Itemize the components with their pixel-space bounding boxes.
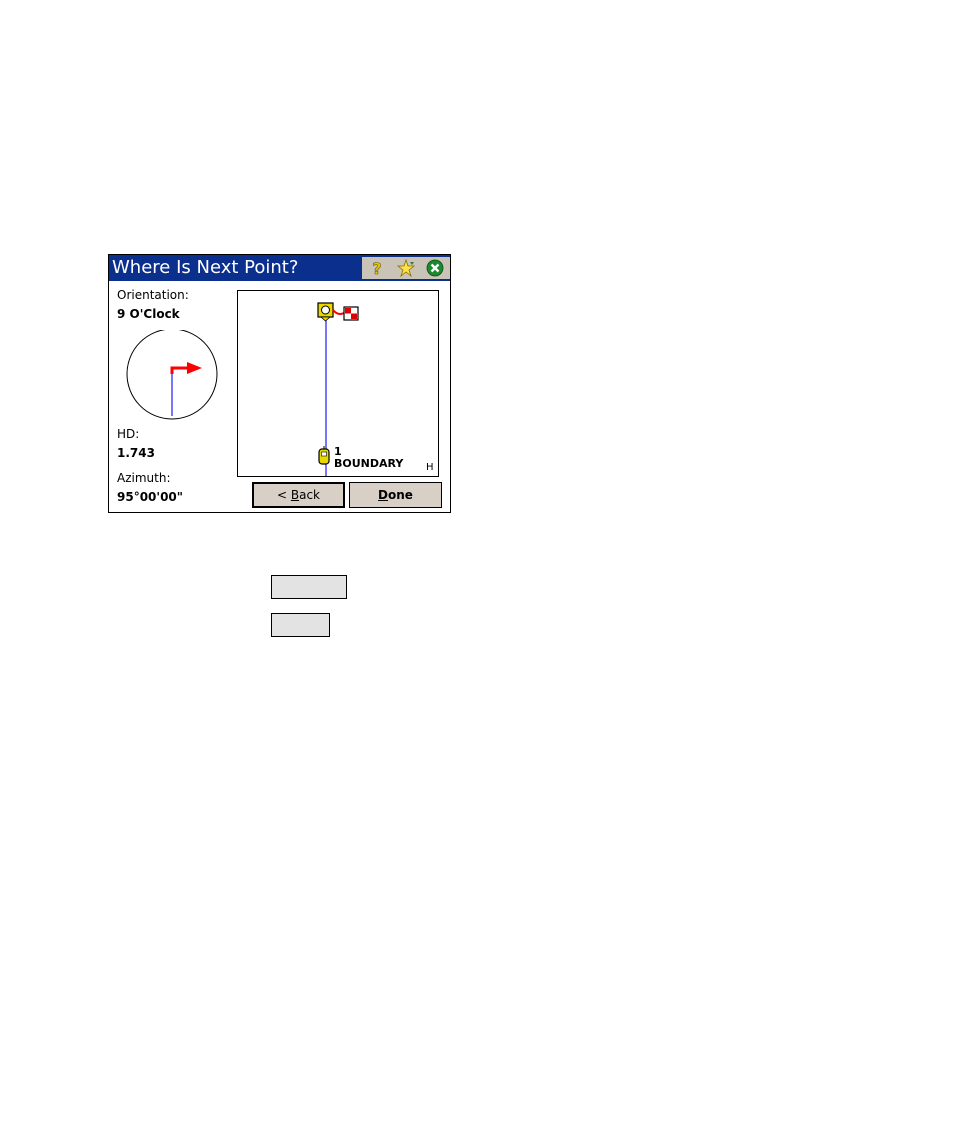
azimuth-value: 95°00'00": [117, 490, 184, 504]
window-title: Where Is Next Point?: [112, 257, 299, 278]
done-button-label: one: [388, 488, 413, 502]
target-point-icon: [318, 446, 330, 465]
azimuth-label: Azimuth:: [117, 471, 171, 485]
plan-view-map[interactable]: 1 BOUNDARY H: [237, 290, 439, 477]
favorites-star-icon[interactable]: [397, 259, 415, 277]
backsight-link: [332, 309, 345, 315]
done-button-accelerator: D: [378, 488, 389, 502]
back-button[interactable]: < Back: [252, 482, 345, 508]
back-button-reference[interactable]: [271, 575, 347, 599]
back-button-accelerator: B: [290, 488, 300, 502]
title-icon-group: ?: [362, 257, 450, 279]
where-is-next-point-window: Where Is Next Point? ? Orientation: 9 O'…: [108, 254, 451, 513]
orientation-compass: [126, 330, 218, 420]
back-button-label: ack: [299, 488, 320, 502]
done-button[interactable]: Done: [349, 482, 442, 508]
backsight-target-icon: [343, 306, 359, 321]
title-bar: Where Is Next Point? ?: [109, 255, 450, 281]
orientation-label: Orientation:: [117, 288, 189, 302]
close-icon[interactable]: [426, 259, 444, 277]
back-button-prefix: <: [276, 488, 291, 502]
view-indicator: H: [426, 462, 434, 473]
svg-text:?: ?: [372, 259, 381, 277]
orientation-value: 9 O'Clock: [117, 307, 180, 321]
help-icon[interactable]: ?: [368, 259, 386, 277]
hd-label: HD:: [117, 427, 140, 441]
point-name: BOUNDARY: [334, 457, 404, 470]
done-button-reference[interactable]: [271, 613, 330, 637]
hd-value: 1.743: [117, 446, 155, 460]
instrument-station-icon: [317, 302, 334, 322]
